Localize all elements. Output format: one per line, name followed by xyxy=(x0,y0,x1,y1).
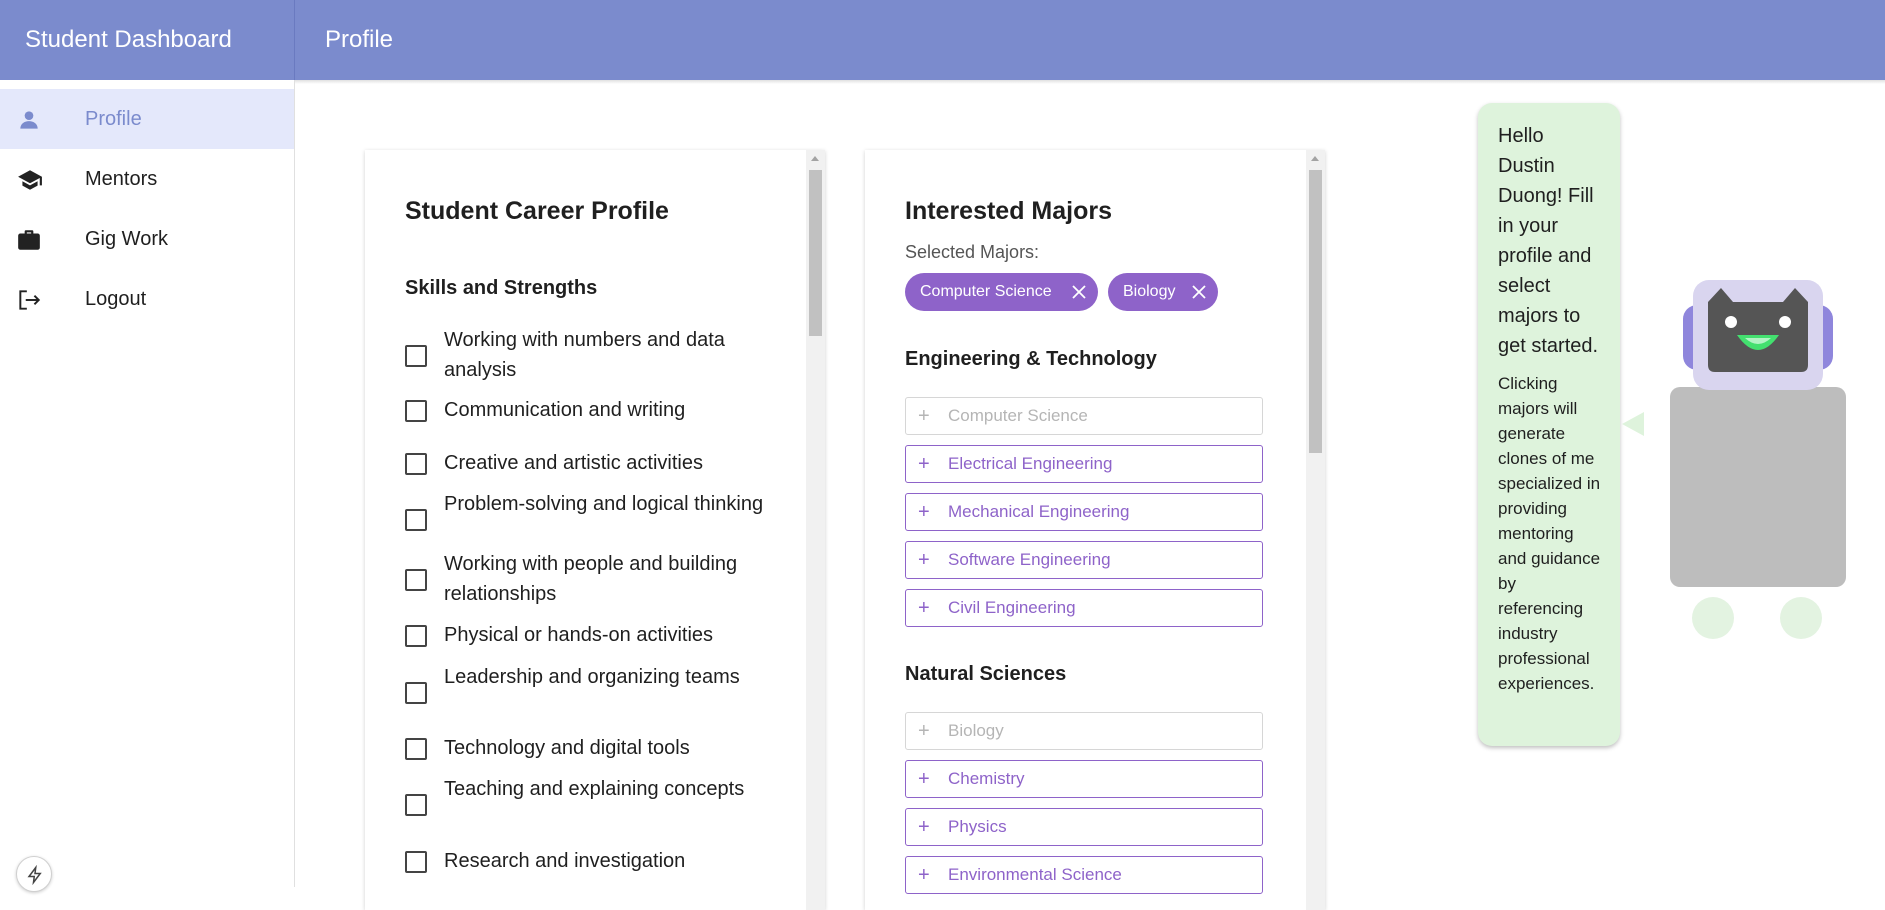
plus-icon: + xyxy=(918,864,930,886)
major-button-physics[interactable]: + Physics xyxy=(905,808,1263,846)
career-profile-card: Student Career Profile Skills and Streng… xyxy=(365,150,825,910)
major-button-software-engineering[interactable]: + Software Engineering xyxy=(905,541,1263,579)
robot-mascot-icon xyxy=(1670,280,1846,639)
assistant-hint: Clicking majors will generate clones of … xyxy=(1498,374,1601,693)
checkbox[interactable] xyxy=(405,569,427,591)
briefcase-icon xyxy=(16,227,42,253)
sidebar-item-mentors[interactable]: Mentors xyxy=(0,149,294,209)
scrollbar[interactable] xyxy=(806,150,825,910)
major-button-civil-engineering[interactable]: + Civil Engineering xyxy=(905,589,1263,627)
checkbox[interactable] xyxy=(405,345,427,367)
bolt-icon xyxy=(27,865,42,885)
plus-icon: + xyxy=(918,549,930,571)
interested-majors-card: Interested Majors Selected Majors: Compu… xyxy=(865,150,1325,910)
checkbox[interactable] xyxy=(405,400,427,422)
scroll-up-icon[interactable] xyxy=(811,156,819,161)
major-label: Environmental Science xyxy=(948,865,1122,884)
sidebar-item-label: Mentors xyxy=(85,167,158,190)
section-title: Natural Sciences xyxy=(905,663,1067,685)
skill-label: Technology and digital tools xyxy=(444,737,690,759)
scroll-thumb[interactable] xyxy=(1309,170,1322,453)
plus-icon: + xyxy=(918,405,930,427)
scroll-thumb[interactable] xyxy=(809,170,822,336)
assistant-greeting: Hello Dustin Duong! Fill in your profile… xyxy=(1498,125,1599,357)
close-icon[interactable] xyxy=(1070,283,1088,301)
skill-label: Working with numbers and data analysis xyxy=(444,329,725,381)
plus-icon: + xyxy=(918,768,930,790)
sidebar: Profile Mentors Gig Work Logout xyxy=(0,80,295,887)
sidebar-item-label: Profile xyxy=(85,107,142,130)
checkbox[interactable] xyxy=(405,851,427,873)
skill-label: Communication and writing xyxy=(444,399,686,421)
speech-bubble-tail xyxy=(1622,412,1644,436)
major-label: Biology xyxy=(948,721,1004,740)
plus-icon: + xyxy=(918,597,930,619)
major-label: Software Engineering xyxy=(948,550,1111,569)
major-button-electrical-engineering[interactable]: + Electrical Engineering xyxy=(905,445,1263,483)
skill-label: Problem-solving and logical thinking xyxy=(444,493,764,515)
major-label: Chemistry xyxy=(948,769,1025,788)
selected-majors-label: Selected Majors: xyxy=(905,242,1040,262)
checkbox[interactable] xyxy=(405,682,427,704)
selected-major-chip: Biology xyxy=(1108,273,1218,311)
plus-icon: + xyxy=(918,720,930,742)
scrollbar[interactable] xyxy=(1306,150,1325,910)
header-divider xyxy=(294,0,295,80)
plus-icon: + xyxy=(918,453,930,475)
header-shadow xyxy=(294,80,1885,84)
major-button-environmental-science[interactable]: + Environmental Science xyxy=(905,856,1263,894)
sidebar-item-profile[interactable]: Profile xyxy=(0,89,294,149)
checkbox[interactable] xyxy=(405,509,427,531)
skill-label: Physical or hands-on activities xyxy=(444,624,714,646)
assistant-speech-bubble: Hello Dustin Duong! Fill in your profile… xyxy=(1478,103,1620,746)
major-label: Mechanical Engineering xyxy=(948,502,1130,521)
major-button-biology[interactable]: + Biology xyxy=(905,712,1263,750)
logout-icon xyxy=(16,287,42,313)
chip-label: Computer Science xyxy=(920,283,1052,300)
major-label: Physics xyxy=(948,817,1007,836)
close-icon[interactable] xyxy=(1190,283,1208,301)
selected-major-chip: Computer Science xyxy=(905,273,1098,311)
skill-label: Research and investigation xyxy=(444,850,686,872)
page-title: Profile xyxy=(325,26,394,53)
major-button-chemistry[interactable]: + Chemistry xyxy=(905,760,1263,798)
checkbox[interactable] xyxy=(405,738,427,760)
sidebar-item-logout[interactable]: Logout xyxy=(0,269,294,329)
app-title: Student Dashboard xyxy=(25,26,232,53)
skill-label: Working with people and building relatio… xyxy=(444,553,738,605)
card-title: Interested Majors xyxy=(905,197,1113,225)
person-icon xyxy=(16,107,42,133)
plus-icon: + xyxy=(918,501,930,523)
skill-label: Teaching and explaining concepts xyxy=(444,778,745,800)
top-app-bar: Student Dashboard Profile xyxy=(0,0,1885,80)
section-title: Engineering & Technology xyxy=(905,348,1157,370)
card-title: Student Career Profile xyxy=(405,197,669,225)
sidebar-item-label: Gig Work xyxy=(85,227,168,250)
section-title: Skills and Strengths xyxy=(405,277,598,299)
scroll-up-icon[interactable] xyxy=(1311,156,1319,161)
major-label: Civil Engineering xyxy=(948,598,1076,617)
major-label: Electrical Engineering xyxy=(948,454,1113,473)
checkbox[interactable] xyxy=(405,453,427,475)
skill-label: Creative and artistic activities xyxy=(444,452,703,474)
major-label: Computer Science xyxy=(948,406,1088,425)
graduation-cap-icon xyxy=(16,167,42,193)
checkbox[interactable] xyxy=(405,794,427,816)
major-button-computer-science[interactable]: + Computer Science xyxy=(905,397,1263,435)
skill-label: Leadership and organizing teams xyxy=(444,666,740,688)
plus-icon: + xyxy=(918,816,930,838)
major-button-mechanical-engineering[interactable]: + Mechanical Engineering xyxy=(905,493,1263,531)
checkbox[interactable] xyxy=(405,625,427,647)
sidebar-item-gig-work[interactable]: Gig Work xyxy=(0,209,294,269)
sidebar-item-label: Logout xyxy=(85,287,147,310)
chip-label: Biology xyxy=(1123,283,1176,300)
